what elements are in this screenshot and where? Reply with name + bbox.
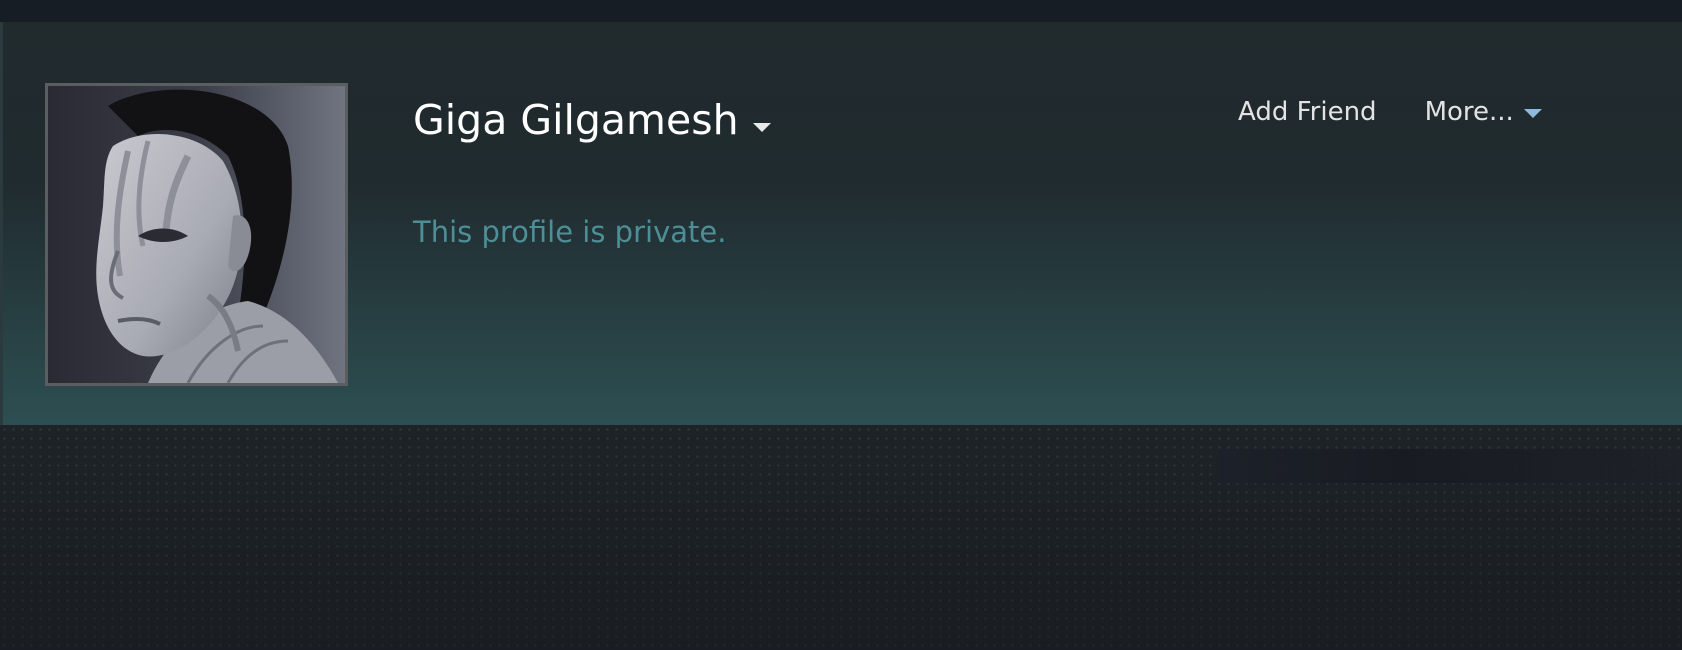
add-friend-button[interactable]: Add Friend [1238,92,1377,132]
profile-actions: Add Friend More... [1238,92,1542,132]
content-strip [1218,449,1682,483]
more-menu-button[interactable]: More... [1425,92,1542,132]
avatar[interactable] [45,83,348,386]
profile-name-row: Giga Gilgamesh [413,92,771,148]
avatar-image [48,86,345,383]
caret-down-icon[interactable] [752,122,771,132]
private-profile-notice: This profile is private. [413,215,727,249]
profile-name: Giga Gilgamesh [413,96,739,144]
caret-down-icon [1523,108,1542,118]
top-bar [0,0,1682,22]
more-label: More... [1424,97,1514,127]
